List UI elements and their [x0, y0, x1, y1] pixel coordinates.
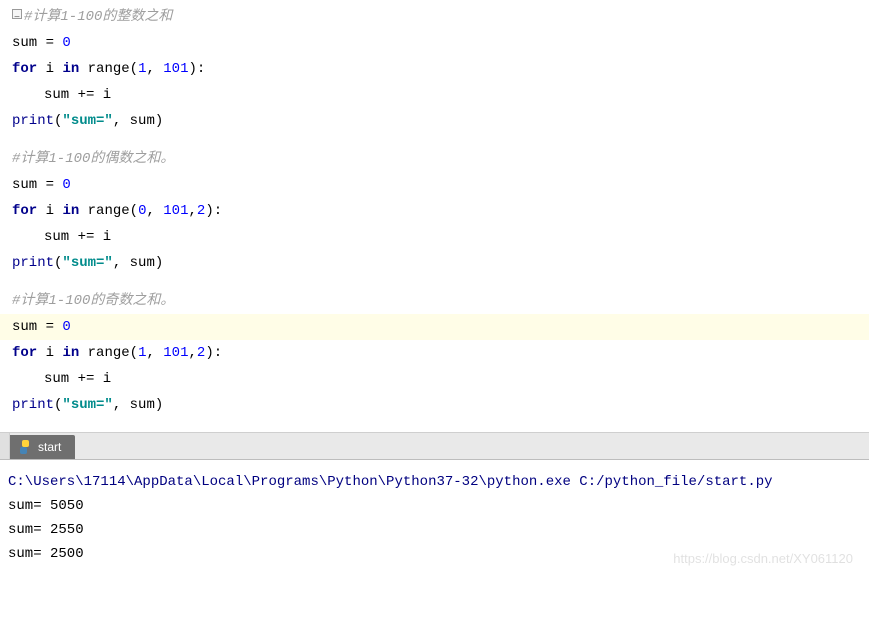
code-line[interactable]: #计算1-100的奇数之和。 — [0, 288, 869, 314]
keyword: in — [62, 345, 79, 361]
string-literal: "sum=" — [62, 113, 112, 129]
keyword: for — [12, 61, 37, 77]
string-literal: "sum=" — [62, 397, 112, 413]
run-tabbar: start — [0, 432, 869, 460]
code-text: sum = — [12, 177, 62, 193]
code-text: i — [37, 61, 62, 77]
code-text: , — [146, 61, 163, 77]
code-editor[interactable]: #计算1-100的整数之和 sum = 0 for i in range(1, … — [0, 0, 869, 426]
code-line[interactable]: sum += i — [0, 82, 869, 108]
code-text: sum += i — [44, 87, 111, 103]
console-output[interactable]: C:\Users\17114\AppData\Local\Programs\Py… — [0, 460, 869, 576]
number-literal: 101 — [163, 61, 188, 77]
console-line: sum= 2550 — [8, 518, 861, 542]
comment: #计算1-100的奇数之和。 — [12, 293, 174, 309]
tabbar-filler — [0, 433, 10, 459]
code-text: sum += i — [44, 229, 111, 245]
code-text: , sum) — [113, 255, 163, 271]
code-text: i — [37, 203, 62, 219]
code-line[interactable]: for i in range(0, 101,2): — [0, 198, 869, 224]
code-line[interactable]: print("sum=", sum) — [0, 108, 869, 134]
console-line: sum= 5050 — [8, 494, 861, 518]
code-text: , — [146, 345, 163, 361]
code-line[interactable]: #计算1-100的整数之和 — [0, 4, 869, 30]
console-line: sum= 2500 — [8, 542, 861, 566]
builtin: print — [12, 113, 54, 129]
number-literal: 101 — [163, 345, 188, 361]
run-tab-label: start — [38, 440, 61, 454]
keyword: for — [12, 345, 37, 361]
code-text: ): — [189, 61, 206, 77]
keyword: in — [62, 61, 79, 77]
code-text: i — [37, 345, 62, 361]
code-text: range( — [79, 203, 138, 219]
code-text: , sum) — [113, 113, 163, 129]
code-text: , — [189, 203, 197, 219]
code-line-current[interactable]: sum = 0 — [0, 314, 869, 340]
number-literal: 101 — [163, 203, 188, 219]
builtin: print — [12, 255, 54, 271]
string-literal: "sum=" — [62, 255, 112, 271]
builtin: print — [12, 397, 54, 413]
code-text: ): — [205, 345, 222, 361]
code-text: range( — [79, 61, 138, 77]
code-text: , — [146, 203, 163, 219]
code-line[interactable]: sum += i — [0, 366, 869, 392]
comment: #计算1-100的整数之和 — [24, 9, 172, 25]
code-line[interactable]: sum = 0 — [0, 172, 869, 198]
code-text: ): — [205, 203, 222, 219]
code-line[interactable]: print("sum=", sum) — [0, 250, 869, 276]
code-line[interactable]: sum = 0 — [0, 30, 869, 56]
number-literal: 0 — [62, 177, 70, 193]
comment: #计算1-100的偶数之和。 — [12, 151, 174, 167]
keyword: in — [62, 203, 79, 219]
console-command: C:\Users\17114\AppData\Local\Programs\Py… — [8, 470, 861, 494]
code-text: , sum) — [113, 397, 163, 413]
number-literal: 0 — [62, 35, 70, 51]
code-text: , — [189, 345, 197, 361]
code-line[interactable]: print("sum=", sum) — [0, 392, 869, 418]
code-text: sum = — [12, 319, 62, 335]
fold-icon[interactable] — [12, 9, 22, 19]
code-text: range( — [79, 345, 138, 361]
keyword: for — [12, 203, 37, 219]
code-line[interactable]: #计算1-100的偶数之和。 — [0, 146, 869, 172]
code-text: sum += i — [44, 371, 111, 387]
number-literal: 0 — [62, 319, 70, 335]
code-line[interactable]: for i in range(1, 101,2): — [0, 340, 869, 366]
code-line[interactable]: sum += i — [0, 224, 869, 250]
code-line[interactable]: for i in range(1, 101): — [0, 56, 869, 82]
python-icon — [18, 440, 32, 454]
run-tab-start[interactable]: start — [10, 435, 75, 459]
code-text: sum = — [12, 35, 62, 51]
